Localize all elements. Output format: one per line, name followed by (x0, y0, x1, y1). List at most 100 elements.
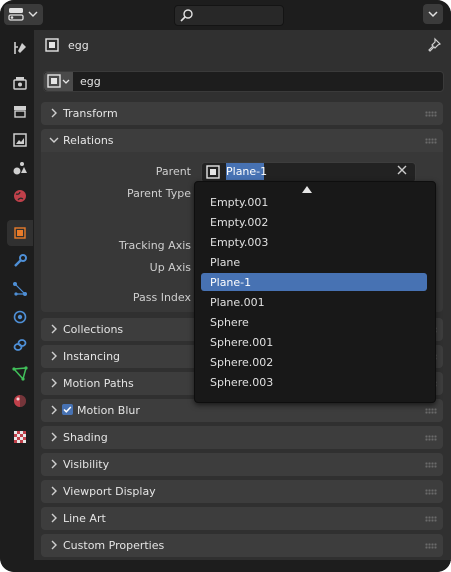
chevron-down-icon (49, 137, 59, 143)
chevron-right-icon (51, 351, 57, 361)
chevron-right-icon (51, 405, 57, 415)
texture-icon (14, 431, 26, 443)
panel-viewport-display[interactable]: Viewport Display (41, 480, 443, 503)
clear-icon[interactable] (397, 165, 407, 178)
panel-shading[interactable]: Shading (41, 426, 443, 449)
pass-index-label: Pass Index (132, 291, 191, 304)
dropdown-item[interactable]: Empty.001 (201, 193, 427, 211)
panel-label: Custom Properties (63, 539, 165, 552)
dropdown-item[interactable]: Sphere.002 (201, 353, 427, 371)
bottom-edge (34, 560, 451, 572)
panel-visibility[interactable]: Visibility (41, 453, 443, 476)
object-type-dropdown[interactable] (44, 72, 73, 91)
panel-label: Line Art (63, 512, 106, 525)
chevron-right-icon (51, 324, 57, 334)
dropdown-item[interactable]: Empty.002 (201, 213, 427, 231)
panel-label: Visibility (63, 458, 110, 471)
panel-label: Relations (63, 134, 114, 147)
object-icon (206, 165, 220, 179)
particles-icon (13, 282, 27, 296)
editor-type-icon (8, 8, 38, 21)
header-bar (0, 0, 451, 30)
dropdown-item[interactable]: Sphere.003 (201, 373, 427, 391)
world-icon (14, 190, 26, 202)
properties-editor: egg egg Transform Relations Parent Plane… (0, 0, 451, 572)
up-axis-label: Up Axis (149, 261, 191, 274)
drag-handle-icon[interactable] (425, 462, 437, 468)
drag-handle-icon[interactable] (425, 111, 437, 117)
drag-handle-icon[interactable] (425, 489, 437, 495)
tab-output[interactable] (7, 98, 33, 124)
panel-transform[interactable]: Transform (41, 102, 443, 125)
chevron-right-icon (51, 432, 57, 442)
tab-texture[interactable] (7, 424, 33, 450)
drag-handle-icon[interactable] (425, 543, 437, 549)
panel-label: Motion Blur (77, 404, 140, 417)
tab-world[interactable] (7, 183, 33, 209)
object-data-icon (12, 366, 28, 381)
drag-handle-icon[interactable] (425, 435, 437, 441)
tab-render[interactable] (7, 70, 33, 96)
scroll-up-arrow-icon[interactable] (302, 186, 312, 193)
dropdown-item[interactable]: Empty.003 (201, 233, 427, 251)
search-input[interactable] (174, 5, 284, 26)
parent-label: Parent (155, 165, 191, 178)
chevron-down-icon (428, 11, 438, 18)
tab-physics[interactable] (7, 304, 33, 330)
panel-custom-properties[interactable]: Custom Properties (41, 534, 443, 557)
panel-line-art[interactable]: Line Art (41, 507, 443, 530)
panel-relations[interactable]: Relations (41, 129, 443, 152)
object-name-value: egg (80, 75, 101, 88)
render-icon (13, 77, 27, 90)
dropdown-item-selected[interactable]: Plane-1 (201, 273, 427, 291)
parent-type-label: Parent Type (127, 187, 191, 200)
tab-material[interactable] (7, 388, 33, 414)
panel-label: Shading (63, 431, 108, 444)
chevron-right-icon (51, 459, 57, 469)
panel-label: Instancing (63, 350, 121, 363)
tab-object-data[interactable] (7, 360, 33, 386)
drag-handle-icon[interactable] (425, 138, 437, 144)
panel-label: Motion Paths (63, 377, 134, 390)
search-icon (180, 9, 193, 22)
pin-icon[interactable] (426, 37, 442, 53)
tab-tool[interactable] (7, 35, 33, 61)
dropdown-item[interactable]: Sphere.001 (201, 333, 427, 351)
tracking-axis-label: Tracking Axis (118, 239, 191, 252)
tab-view-layer[interactable] (7, 127, 33, 153)
dropdown-item[interactable]: Plane (201, 253, 427, 271)
output-icon (14, 106, 26, 118)
view-layer-icon (13, 133, 27, 147)
panel-label: Transform (63, 107, 118, 120)
tab-scene[interactable] (7, 155, 33, 181)
drag-handle-icon[interactable] (425, 516, 437, 522)
panel-label: Viewport Display (63, 485, 156, 498)
scene-icon (13, 162, 27, 175)
dropdown-item[interactable]: Plane.001 (201, 293, 427, 311)
object-type-icon (45, 38, 59, 52)
chevron-right-icon (51, 108, 57, 118)
drag-handle-icon[interactable] (425, 408, 437, 414)
tab-object[interactable] (7, 220, 33, 246)
constraints-icon (13, 339, 27, 351)
motion-blur-checkbox[interactable] (62, 404, 73, 415)
tab-constraints[interactable] (7, 332, 33, 358)
chevron-right-icon (51, 540, 57, 550)
parent-input-value[interactable]: Plane-1 (226, 165, 267, 178)
object-name-field[interactable] (43, 71, 444, 92)
tool-icon (14, 42, 26, 54)
panel-label: Collections (63, 323, 124, 336)
chevron-right-icon (51, 486, 57, 496)
options-menu-button[interactable] (423, 4, 443, 24)
tab-particles[interactable] (7, 276, 33, 302)
editor-type-button[interactable] (4, 4, 43, 25)
checkmark-icon (63, 406, 72, 413)
tab-modifier[interactable] (7, 248, 33, 274)
object-title: egg (68, 39, 89, 52)
dropdown-item[interactable]: Sphere (201, 313, 427, 331)
chevron-right-icon (51, 378, 57, 388)
object-icon (14, 227, 26, 239)
physics-icon (13, 310, 27, 324)
modifier-icon (14, 254, 27, 267)
chevron-right-icon (51, 513, 57, 523)
